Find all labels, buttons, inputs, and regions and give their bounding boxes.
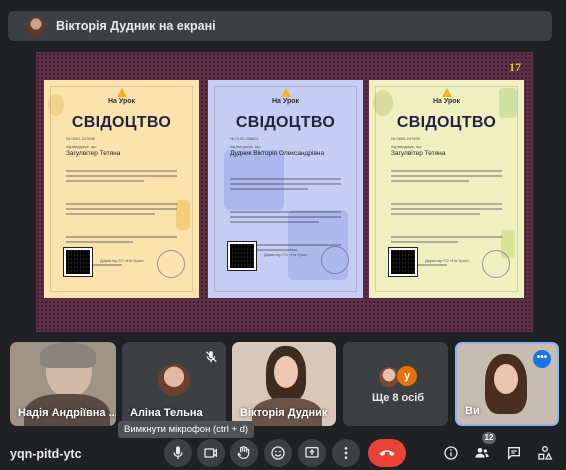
more-participants-tile[interactable]: у Ще 8 осіб [343,342,448,426]
certificate-name: Загулвітер Тетяна [391,150,446,157]
more-options-icon[interactable]: ••• [533,350,551,368]
certificate-title: СВІДОЦТВО [71,114,172,131]
qr-code [227,241,257,271]
slide-page-number: 17 [509,60,521,74]
participant-tile[interactable]: Надія Андріївна ... [10,342,116,426]
certificate-3: На Урок СВІДОЦТВО № 0699-247690 підтверд… [369,80,524,298]
mic-tooltip: Вимкнути мікрофон (ctrl + d) [118,421,255,438]
participant-tile[interactable]: Вікторія Дудник [232,342,336,426]
self-tile[interactable]: ••• Ви [455,342,559,426]
present-screen-icon [305,447,319,458]
more-vert-icon [344,447,348,459]
mic-off-icon [205,351,217,363]
certificate-name: Дудник Вікторія Олександрівна [230,150,325,157]
certificate-brand: На Урок [107,98,136,105]
participant-name: Аліна Тельна [130,407,203,419]
shared-screen: 17 На Урок СВІДОЦТВО № 0001-247690 підтв… [36,52,533,332]
certificate-2: На Урок СВІДОЦТВО № 0103-008601 підтверд… [208,80,363,298]
hand-icon [237,446,250,459]
info-icon[interactable] [443,445,459,461]
chat-icon[interactable] [506,445,522,461]
stamp [482,250,510,278]
emoji-icon [271,446,285,460]
raise-hand-button[interactable] [230,439,258,467]
participant-name: Вікторія Дудник [240,407,328,419]
mic-icon [173,446,183,459]
end-call-button[interactable] [368,439,406,467]
camera-button[interactable] [197,439,225,467]
participant-avatar: у [397,366,417,386]
people-icon[interactable] [474,445,490,461]
present-button[interactable] [298,439,326,467]
more-participants-label: Ще 8 осіб [372,392,425,404]
participant-name: Ви [465,405,480,417]
camera-icon [204,448,217,458]
presenter-avatar [26,16,46,36]
certificate-title: СВІДОЦТВО [396,114,497,131]
certificate-name: Загулвітер Тетяна [66,150,121,157]
stamp [321,246,349,274]
qr-code [63,247,93,277]
end-call-icon [379,450,395,456]
more-options-button[interactable] [332,439,360,467]
presenting-text: Вікторія Дудник на екрані [56,19,216,33]
activities-icon[interactable] [537,445,553,461]
emoji-button[interactable] [264,439,292,467]
people-count-badge: 12 [482,432,496,444]
certificate-brand: На Урок [432,98,461,105]
presenting-banner: Вікторія Дудник на екрані [8,11,552,41]
participant-name: Надія Андріївна ... [18,407,116,419]
mic-button[interactable] [164,439,192,467]
certificate-title: СВІДОЦТВО [235,114,336,131]
certificate-brand: На Урок [271,98,300,105]
qr-code [388,247,418,277]
meeting-code: yqn-pitd-ytc [10,447,82,461]
participant-tile[interactable]: Аліна Тельна [122,342,226,426]
stamp [157,250,185,278]
certificate-1: На Урок СВІДОЦТВО № 0001-247690 підтверд… [44,80,199,298]
participant-avatar [379,367,399,387]
